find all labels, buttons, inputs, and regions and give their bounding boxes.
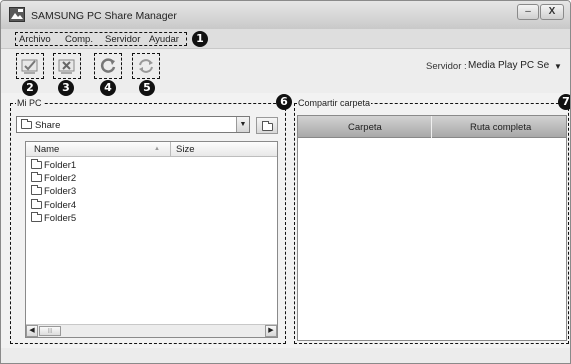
folder-select[interactable]: Share ▼ [16, 116, 250, 133]
folder-name: Folder1 [44, 160, 77, 171]
shared-folders-header: Carpeta Ruta completa [298, 116, 566, 138]
callout-badge-4: 4 [100, 80, 116, 96]
menu-item-comp[interactable]: Comp. [65, 34, 93, 45]
column-divider[interactable] [431, 116, 432, 138]
scroll-thumb[interactable]: ||| [39, 326, 61, 336]
callout-badge-7: 7 [558, 94, 570, 110]
chevron-down-icon[interactable]: ▼ [554, 62, 562, 71]
close-button[interactable]: X [540, 4, 564, 20]
list-item[interactable]: Folder2 [31, 172, 76, 185]
unshare-x-icon [58, 59, 75, 74]
column-header-name[interactable]: Name [34, 144, 59, 155]
scroll-right-icon[interactable]: ▶ [265, 325, 277, 337]
list-item[interactable]: Folder1 [31, 159, 76, 172]
minimize-button[interactable]: – [517, 4, 539, 20]
folder-name: Folder5 [44, 213, 77, 224]
callout-badge-6: 6 [276, 94, 292, 110]
list-item[interactable]: Folder4 [31, 199, 76, 212]
shared-folders-table[interactable]: Carpeta Ruta completa [297, 115, 567, 341]
folder-icon [31, 212, 42, 222]
chevron-down-icon[interactable]: ▼ [236, 117, 249, 132]
file-list[interactable]: Name ▲ Size Folder1 Folder2 Folder3 Fold… [25, 141, 278, 338]
sync-state-icon [139, 59, 153, 73]
column-header-size[interactable]: Size [176, 144, 194, 155]
toolbar: Servidor : Media Play PC Se ▼ [1, 49, 570, 93]
folder-select-value: Share [35, 120, 61, 131]
title-bar[interactable]: SAMSUNG PC Share Manager – X [1, 1, 570, 29]
file-list-header: Name ▲ Size [26, 142, 277, 157]
folder-icon [31, 172, 42, 182]
folder-icon [31, 159, 42, 169]
my-pc-panel-title: Mi PC [16, 98, 43, 108]
callout-badge-2: 2 [22, 80, 38, 96]
callout-badge-3: 3 [58, 80, 74, 96]
column-header-ruta-completa[interactable]: Ruta completa [470, 122, 531, 133]
menu-item-servidor[interactable]: Servidor [105, 34, 140, 45]
list-item[interactable]: Folder5 [31, 212, 76, 225]
folder-name: Folder4 [44, 200, 77, 211]
callout-badge-1: 1 [192, 31, 208, 47]
share-check-icon [21, 59, 38, 74]
server-select[interactable]: Media Play PC Se [468, 60, 549, 71]
menu-item-ayudar[interactable]: Ayudar [149, 34, 179, 45]
folder-icon [31, 185, 42, 195]
folder-up-icon [262, 121, 273, 131]
callout-badge-5: 5 [139, 80, 155, 96]
column-header-carpeta[interactable]: Carpeta [348, 122, 382, 133]
refresh-icon [100, 58, 116, 73]
menu-bar: Archivo Comp. Servidor Ayudar [1, 29, 570, 49]
folder-name: Folder2 [44, 173, 77, 184]
refresh-button[interactable] [94, 53, 122, 79]
app-window: SAMSUNG PC Share Manager – X Archivo Com… [0, 0, 571, 364]
list-item[interactable]: Folder3 [31, 185, 76, 198]
sort-ascending-icon: ▲ [154, 146, 160, 152]
column-divider[interactable] [170, 142, 171, 156]
scroll-left-icon[interactable]: ◀ [26, 325, 38, 337]
sync-state-button[interactable] [132, 53, 160, 79]
folder-icon [31, 199, 42, 209]
unshare-folder-button[interactable] [53, 53, 81, 79]
horizontal-scrollbar[interactable]: ◀ ||| ▶ [26, 324, 277, 337]
folder-name: Folder3 [44, 186, 77, 197]
up-folder-button[interactable] [256, 117, 278, 134]
app-logo-icon [9, 7, 25, 22]
shared-folders-panel-title: Compartir carpeta [297, 98, 372, 108]
menu-item-archivo[interactable]: Archivo [19, 34, 51, 45]
window-title: SAMSUNG PC Share Manager [31, 10, 177, 22]
folder-icon [21, 119, 32, 129]
status-bar [1, 348, 570, 363]
server-label: Servidor : [426, 61, 467, 72]
share-folder-button[interactable] [16, 53, 44, 79]
